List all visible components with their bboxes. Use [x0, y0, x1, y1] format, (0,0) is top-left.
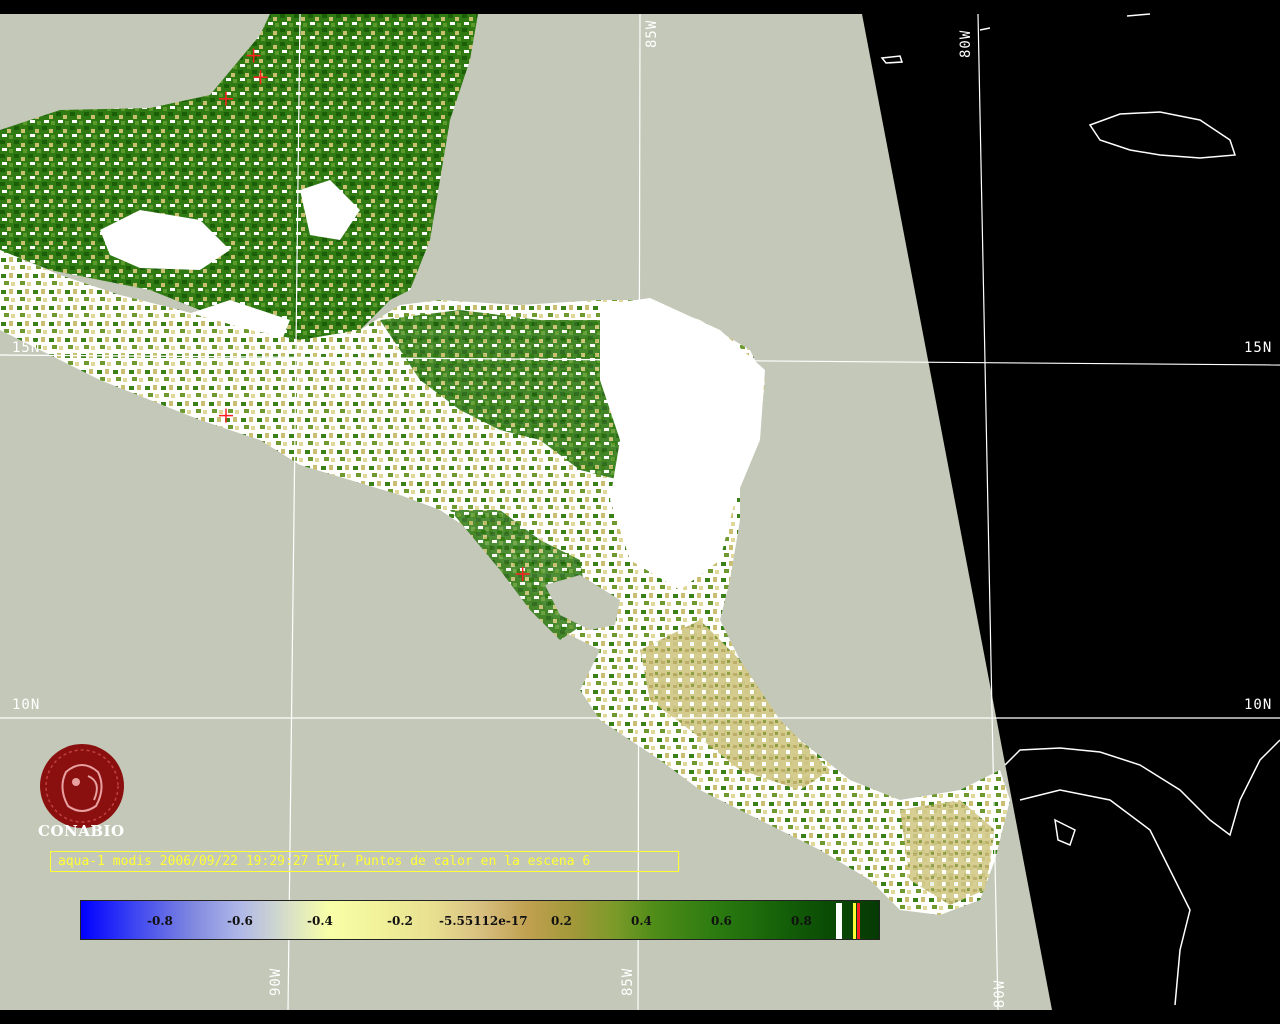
colorbar-tick: -0.4 [307, 914, 333, 928]
lat-label-15n-right: 15N [1244, 340, 1273, 356]
lat-label-15n-left: 15N [12, 340, 41, 356]
colorbar-tick: 0.8 [791, 914, 812, 928]
lon-label-85w-bottom: 85W [620, 967, 636, 996]
lat-label-10n-right: 10N [1244, 697, 1273, 713]
lon-label-85w-top: 85W [644, 19, 660, 48]
colorbar-tick: -0.8 [147, 914, 173, 928]
colorbar-caption-swatch [853, 903, 856, 939]
colorbar-tick: -5.55112e-17 [439, 914, 528, 928]
colorbar-cloud-swatch [836, 903, 842, 939]
lon-label-80w-bottom: 80W [992, 979, 1008, 1008]
evi-colorbar: -0.8 -0.6 -0.4 -0.2 -5.55112e-17 0.2 0.4… [80, 900, 880, 940]
lat-label-10n-left: 10N [12, 697, 41, 713]
colorbar-tick: -0.2 [387, 914, 413, 928]
lon-label-90w-bottom: 90W [268, 967, 284, 996]
scene-caption: aqua-1 modis 2006/09/22 19:29:27 EVI, Pu… [50, 851, 679, 872]
colorbar-hotspot-swatch [857, 903, 860, 939]
colorbar-tick: 0.2 [551, 914, 572, 928]
colorbar-tick: 0.4 [631, 914, 652, 928]
conabio-logo-text: CONABIO [38, 822, 125, 840]
colorbar-tick: 0.6 [711, 914, 732, 928]
colorbar-tick: -0.6 [227, 914, 253, 928]
lon-label-80w-top: 80W [958, 29, 974, 58]
